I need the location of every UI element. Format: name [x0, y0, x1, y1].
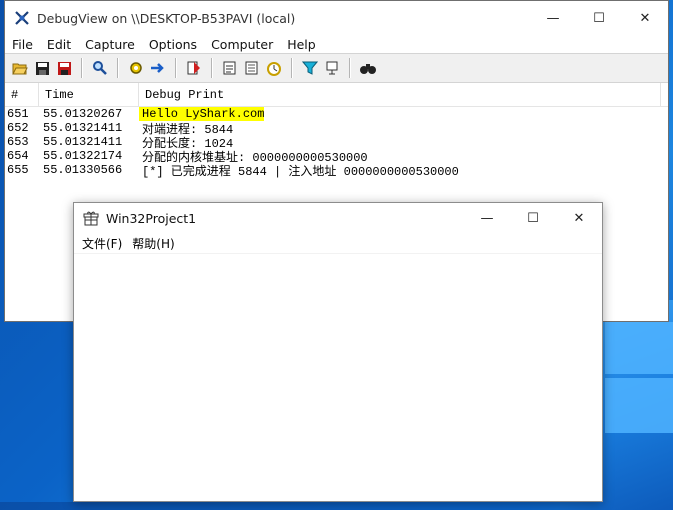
- log-number: 651: [7, 107, 29, 121]
- close-button[interactable]: ✕: [556, 203, 602, 233]
- log-time: 55.01321411: [43, 121, 123, 135]
- toolbar-separator: [117, 58, 119, 78]
- menu-file[interactable]: File: [7, 37, 38, 52]
- toolbar-separator: [175, 58, 177, 78]
- clear-display-icon[interactable]: [184, 58, 204, 78]
- toolbar-separator: [81, 58, 83, 78]
- binoculars-icon[interactable]: [358, 58, 378, 78]
- log-number: 654: [7, 149, 29, 163]
- debugview-titlebar[interactable]: DebugView on \\DESKTOP-B53PAVI (local) —…: [5, 1, 668, 35]
- toolbar-separator: [349, 58, 351, 78]
- history-depth-icon[interactable]: [322, 58, 342, 78]
- minimize-button[interactable]: —: [464, 203, 510, 233]
- windows-logo-pane: [605, 322, 673, 374]
- win32project-window: Win32Project1 — ☐ ✕ 文件(F) 帮助(H): [73, 202, 603, 502]
- win32-menubar: 文件(F) 帮助(H): [74, 233, 602, 254]
- menubar: File Edit Capture Options Computer Help: [5, 35, 668, 53]
- column-header-number[interactable]: #: [5, 83, 39, 106]
- highlight-list-icon[interactable]: [242, 58, 262, 78]
- autoscroll-arrow-icon[interactable]: [148, 58, 168, 78]
- menu-options[interactable]: Options: [144, 37, 202, 52]
- toolbar-separator: [211, 58, 213, 78]
- menu-file[interactable]: 文件(F): [78, 235, 126, 252]
- column-header-debug-print[interactable]: Debug Print: [139, 83, 661, 106]
- maximize-button[interactable]: ☐: [510, 203, 556, 233]
- window-title: DebugView on \\DESKTOP-B53PAVI (local): [37, 10, 296, 26]
- win32-client-area[interactable]: [74, 254, 602, 501]
- windows-logo-pane: [605, 378, 673, 433]
- minimize-button[interactable]: —: [530, 1, 576, 35]
- save-log-icon[interactable]: [54, 58, 74, 78]
- log-list: 651 55.01320267 Hello LyShark.com 652 55…: [5, 107, 668, 179]
- capture-kernel-icon[interactable]: [220, 58, 240, 78]
- maximize-button[interactable]: ☐: [576, 1, 622, 35]
- log-time: 55.01330566: [43, 163, 123, 177]
- menu-computer[interactable]: Computer: [206, 37, 278, 52]
- close-button[interactable]: ✕: [622, 1, 668, 35]
- win32-titlebar[interactable]: Win32Project1 — ☐ ✕: [74, 203, 602, 233]
- log-number: 653: [7, 135, 29, 149]
- column-header-time[interactable]: Time: [39, 83, 139, 106]
- toolbar: [5, 53, 668, 83]
- menu-help[interactable]: 帮助(H): [128, 235, 178, 252]
- column-header-row: # Time Debug Print: [5, 83, 668, 107]
- toolbar-separator: [291, 58, 293, 78]
- log-number: 655: [7, 163, 29, 177]
- capture-gear-icon[interactable]: [126, 58, 146, 78]
- log-time: 55.01320267: [43, 107, 123, 121]
- log-row[interactable]: 651 55.01320267 Hello LyShark.com: [5, 107, 668, 121]
- open-folder-icon[interactable]: [10, 58, 30, 78]
- save-icon[interactable]: [32, 58, 52, 78]
- log-number: 652: [7, 121, 29, 135]
- gift-box-icon: [83, 211, 99, 226]
- clock-time-icon[interactable]: [264, 58, 284, 78]
- menu-edit[interactable]: Edit: [42, 37, 76, 52]
- find-icon[interactable]: [90, 58, 110, 78]
- log-time: 55.01321411: [43, 135, 123, 149]
- filter-funnel-icon[interactable]: [300, 58, 320, 78]
- log-row[interactable]: 652 55.01321411 对端进程: 5844: [5, 121, 668, 137]
- menu-capture[interactable]: Capture: [80, 37, 140, 52]
- menu-help[interactable]: Help: [282, 37, 321, 52]
- debugview-app-icon: [15, 11, 29, 25]
- log-message: [*] 已完成进程 5844 | 注入地址 0000000000530000: [142, 164, 459, 179]
- log-time: 55.01322174: [43, 149, 123, 163]
- window-title: Win32Project1: [106, 210, 197, 226]
- log-row[interactable]: 655 55.01330566 [*] 已完成进程 5844 | 注入地址 00…: [5, 163, 668, 179]
